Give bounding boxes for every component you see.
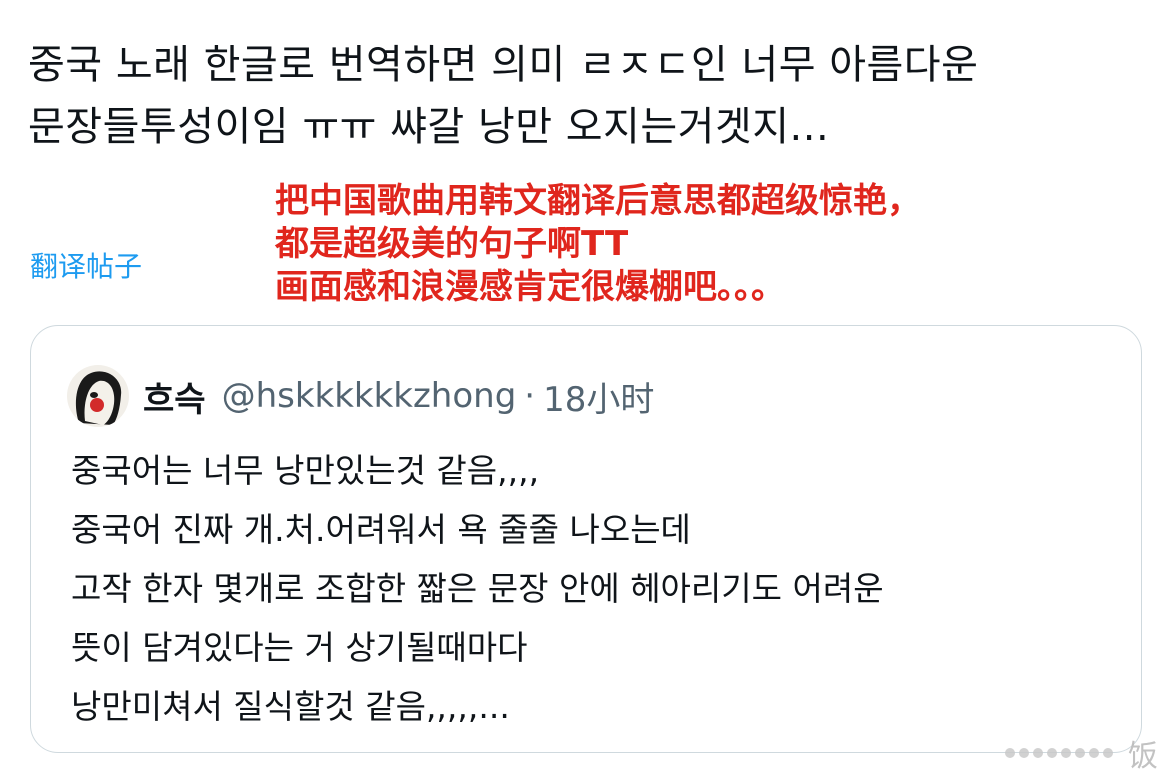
quote-body-line: 고작 한자 몇개로 조합한 짧은 문장 안에 헤아리기도 어려운 bbox=[71, 569, 884, 608]
watermark-logo-icon bbox=[1005, 748, 1113, 758]
author-name[interactable]: 흐슥 bbox=[143, 372, 206, 421]
separator-dot: · bbox=[524, 376, 536, 416]
overlay-translation-caption: 把中国歌曲用韩文翻译后意思都超级惊艳， 都是超级美的句子啊TT 画面感和浪漫感肯… bbox=[275, 180, 921, 309]
translate-post-link[interactable]: 翻译帖子 bbox=[30, 249, 142, 285]
watermark: 饭 bbox=[1002, 733, 1158, 774]
tweet-text: 중국 노래 한글로 번역하면 의미 ㄹㅈㄷ인 너무 아름다운 문장들투성이임 ㅠ… bbox=[28, 34, 1148, 158]
quote-body-line: 낭만미쳐서 질식할것 같음,,,,,... bbox=[71, 687, 510, 726]
quoted-tweet-card[interactable]: 흐슥 @hskkkkkkzhong · 18小时 중국어는 너무 낭만있는것 같… bbox=[30, 325, 1142, 753]
overlay-caption-line: 把中国歌曲用韩文翻译后意思都超级惊艳， bbox=[275, 181, 921, 221]
watermark-text: 饭 bbox=[1128, 739, 1158, 774]
overlay-caption-line: 都是超级美的句子啊TT bbox=[275, 224, 629, 264]
quote-body-line: 중국어는 너무 낭만있는것 같음,,,, bbox=[71, 451, 540, 490]
quoted-tweet-body: 중국어는 너무 낭만있는것 같음,,,, 중국어 진짜 개.처.어려워서 욕 줄… bbox=[71, 441, 884, 736]
author-handle[interactable]: @hskkkkkkzhong bbox=[222, 376, 517, 416]
overlay-caption-line: 画面感和浪漫感肯定很爆棚吧。。。 bbox=[275, 267, 785, 307]
avatar-image bbox=[67, 365, 129, 427]
tweet-text-line: 중국 노래 한글로 번역하면 의미 ㄹㅈㄷ인 너무 아름다운 bbox=[28, 42, 979, 88]
quote-body-line: 중국어 진짜 개.처.어려워서 욕 줄줄 나오는데 bbox=[71, 510, 691, 549]
quoted-tweet-header: 흐슥 @hskkkkkkzhong · 18小时 bbox=[67, 365, 654, 427]
avatar[interactable] bbox=[67, 365, 129, 427]
quote-body-line: 뜻이 담겨있다는 거 상기될때마다 bbox=[71, 628, 528, 667]
post-timestamp[interactable]: 18小时 bbox=[543, 372, 654, 421]
tweet-text-line: 문장들투성이임 ㅠㅠ 쌰갈 낭만 오지는거겟지... bbox=[28, 104, 830, 150]
